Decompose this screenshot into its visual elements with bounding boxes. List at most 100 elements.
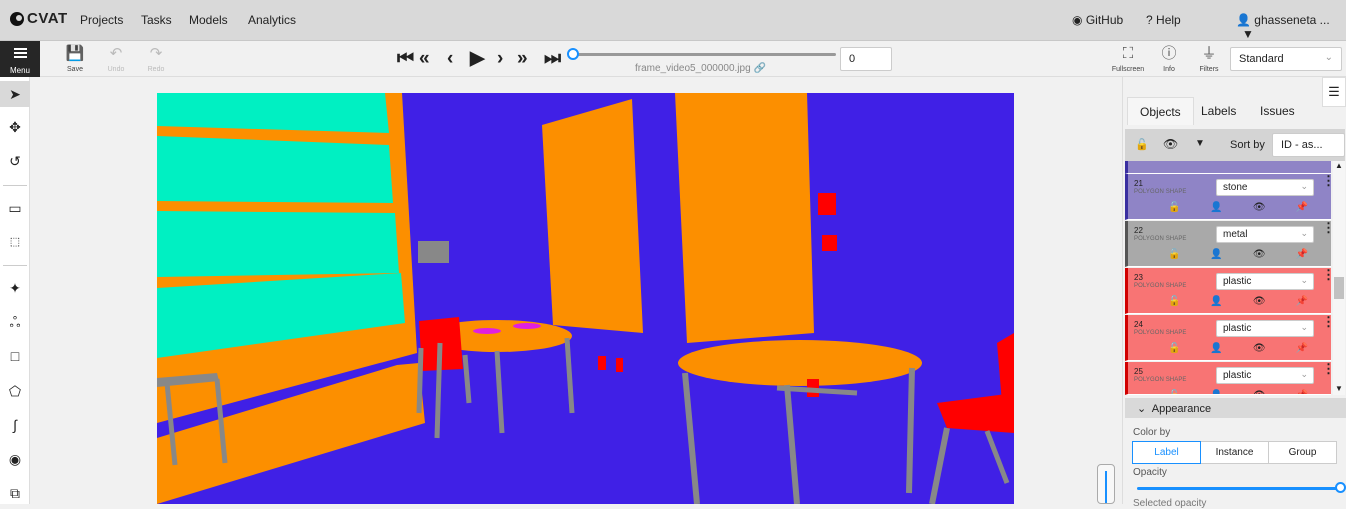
frame-number-input[interactable]: 0 [840, 47, 892, 71]
tab-objects[interactable]: Objects [1127, 97, 1194, 125]
forward-step-icon[interactable]: » [517, 49, 528, 69]
menu-button[interactable]: Menu [0, 41, 40, 77]
more-options-icon[interactable]: ⋮ [1322, 362, 1331, 375]
zoom-region-icon[interactable]: ⬚ [0, 229, 30, 255]
object-item[interactable]: 25 POLYGON SHAPE plastic ⌄ ⋮ 🔓 👤 👁 📌 [1125, 362, 1331, 395]
user-icon[interactable]: 👤 [1210, 343, 1222, 354]
object-type: POLYGON SHAPE [1134, 377, 1187, 383]
undo-button[interactable]: ↶ Undo [96, 45, 136, 73]
fullscreen-button[interactable]: ⛶ Fullscreen [1108, 45, 1148, 73]
eye-icon[interactable]: 👁 [1253, 202, 1266, 213]
polygon-tool-icon[interactable]: ⬠ [0, 378, 30, 404]
rectangle-tool-icon[interactable]: □ [0, 343, 30, 369]
eye-icon[interactable]: 👁 [1253, 343, 1266, 354]
nav-projects[interactable]: Projects [80, 13, 123, 27]
opencv-icon[interactable]: ஃ [0, 309, 30, 335]
workspace-value: Standard [1239, 53, 1284, 65]
pin-icon[interactable]: 📌 [1296, 343, 1308, 354]
workspace-select[interactable]: Standard ⌄ [1230, 47, 1342, 71]
frame-slider-handle[interactable] [567, 48, 579, 60]
save-button[interactable]: 💾 Save [55, 45, 95, 73]
more-options-icon[interactable]: ⋮ [1322, 174, 1335, 187]
previous-frame-icon[interactable]: ‹ [447, 49, 453, 69]
frame-slider-track[interactable] [574, 53, 836, 56]
link-icon[interactable]: 🔗 [753, 63, 765, 74]
magic-wand-icon[interactable]: ✦ [0, 275, 30, 301]
info-button[interactable]: ⓘ Info [1149, 45, 1189, 73]
object-label-select[interactable]: plastic ⌄ [1216, 367, 1314, 384]
user-icon[interactable]: 👤 [1210, 249, 1222, 260]
scroll-up-icon[interactable]: ▲ [1335, 161, 1343, 170]
cursor-tool-icon[interactable]: ➤ [0, 81, 30, 107]
object-item-partial[interactable] [1125, 161, 1331, 174]
lock-icon[interactable]: 🔓 [1168, 249, 1180, 260]
object-item[interactable]: 24 POLYGON SHAPE plastic ⌄ ⋮ 🔓 👤 👁 📌 [1125, 315, 1335, 361]
user-menu[interactable]: 👤 ghasseneta ... ▼ [1236, 13, 1346, 41]
last-frame-icon[interactable]: ⏭ [544, 49, 561, 69]
chevron-down-icon: ⌄ [1300, 228, 1308, 238]
sort-select[interactable]: ID - as... [1272, 133, 1345, 157]
object-label-select[interactable]: metal ⌄ [1216, 226, 1314, 243]
pin-icon[interactable]: 📌 [1296, 296, 1308, 307]
save-icon: 💾 [65, 45, 85, 62]
user-icon[interactable]: 👤 [1210, 390, 1222, 394]
object-item[interactable]: 23 POLYGON SHAPE plastic ⌄ ⋮ 🔓 👤 👁 📌 [1125, 268, 1335, 314]
pin-icon[interactable]: 📌 [1296, 249, 1308, 260]
play-icon[interactable]: ▶ [470, 49, 485, 69]
color-by-group-button[interactable]: Group [1268, 441, 1337, 464]
object-label-select[interactable]: plastic ⌄ [1216, 320, 1314, 337]
color-by-instance-button[interactable]: Instance [1200, 441, 1269, 464]
more-options-icon[interactable]: ⋮ [1322, 268, 1335, 281]
object-item[interactable]: 22 POLYGON SHAPE metal ⌄ ⋮ 🔓 👤 👁 📌 [1125, 221, 1335, 267]
opacity-slider-handle[interactable] [1335, 482, 1346, 493]
zoom-indicator[interactable] [1097, 464, 1115, 504]
eye-icon[interactable]: 👁 [1253, 296, 1266, 307]
collapse-all-icon[interactable]: ▼ [1195, 138, 1205, 149]
redo-button[interactable]: ↷ Redo [136, 45, 176, 73]
cvat-logo[interactable]: CVAT [10, 10, 68, 27]
object-item[interactable]: 21 POLYGON SHAPE stone ⌄ ⋮ 🔓 👤 👁 📌 [1125, 174, 1335, 220]
lock-icon[interactable]: 🔓 [1168, 390, 1180, 394]
color-by-label-button[interactable]: Label [1132, 441, 1201, 464]
pin-icon[interactable]: 📌 [1296, 202, 1308, 213]
eye-icon[interactable]: 👁 [1253, 390, 1266, 394]
objects-scrollbar[interactable]: ▲ ▼ [1333, 161, 1345, 395]
more-options-icon[interactable]: ⋮ [1322, 315, 1335, 328]
scroll-thumb[interactable] [1334, 277, 1344, 299]
rotate-tool-icon[interactable]: ↺ [0, 148, 30, 174]
polyline-tool-icon[interactable]: ∫ [0, 412, 30, 438]
scroll-down-icon[interactable]: ▼ [1335, 384, 1343, 393]
points-tool-icon[interactable]: ◉ [0, 446, 30, 472]
user-icon[interactable]: 👤 [1210, 202, 1222, 213]
fit-image-icon[interactable]: ▭ [0, 195, 30, 221]
tab-issues[interactable]: Issues [1248, 97, 1307, 125]
move-tool-icon[interactable]: ✥ [0, 114, 30, 140]
next-frame-icon[interactable]: › [497, 49, 503, 69]
filters-button[interactable]: ⏚ Filters [1189, 45, 1229, 73]
eye-all-icon[interactable]: 👁 [1163, 137, 1178, 151]
user-icon[interactable]: 👤 [1210, 296, 1222, 307]
help-link[interactable]: ? Help [1146, 13, 1181, 27]
appearance-header[interactable]: ⌄ Appearance [1125, 398, 1346, 418]
more-options-icon[interactable]: ⋮ [1322, 221, 1335, 234]
tab-labels[interactable]: Labels [1189, 97, 1248, 125]
segmentation-image [157, 93, 1014, 504]
lock-icon[interactable]: 🔓 [1168, 296, 1180, 307]
annotation-canvas[interactable] [157, 93, 1014, 504]
nav-tasks[interactable]: Tasks [141, 13, 172, 27]
nav-models[interactable]: Models [189, 13, 228, 27]
lock-icon[interactable]: 🔓 [1168, 343, 1180, 354]
object-label-select[interactable]: plastic ⌄ [1216, 273, 1314, 290]
eye-icon[interactable]: 👁 [1253, 249, 1266, 260]
cuboid-tool-icon[interactable]: ⧉ [0, 480, 30, 506]
first-frame-icon[interactable]: ⏮ [397, 49, 414, 69]
pin-icon[interactable]: 📌 [1296, 390, 1308, 394]
nav-analytics[interactable]: Analytics [248, 13, 296, 27]
object-label-select[interactable]: stone ⌄ [1216, 179, 1314, 196]
github-link[interactable]: ◉ GitHub [1072, 13, 1123, 27]
lock-all-icon[interactable]: 🔓 [1135, 138, 1149, 151]
back-step-icon[interactable]: « [419, 49, 430, 69]
sidebar-collapse-icon[interactable]: ☰ [1322, 77, 1346, 107]
lock-icon[interactable]: 🔓 [1168, 202, 1180, 213]
opacity-slider-track[interactable] [1137, 487, 1341, 490]
